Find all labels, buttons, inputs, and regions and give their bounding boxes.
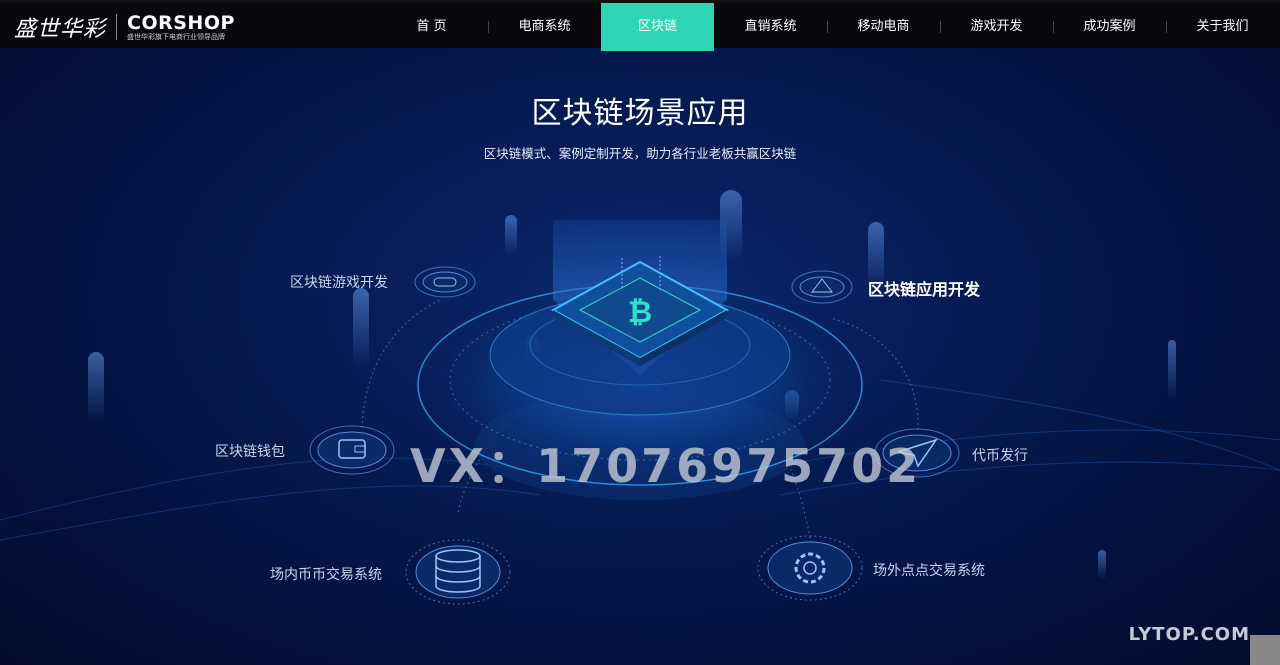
database-icon — [405, 539, 511, 605]
game-controller-icon — [414, 266, 476, 298]
svg-text:₿: ₿ — [628, 295, 652, 330]
item-label-wallet[interactable]: 区块链钱包 — [215, 441, 285, 461]
item-label-game[interactable]: 区块链游戏开发 — [290, 272, 388, 292]
page-subtitle: 区块链模式、案例定制开发，助力各行业老板共赢区块链 — [483, 146, 797, 161]
corner-watermark: LYTOP.COM — [1128, 624, 1250, 645]
item-label-exchange-out[interactable]: 场外点点交易系统 — [873, 560, 985, 580]
item-label-token[interactable]: 代币发行 — [972, 445, 1028, 465]
page-title: 区块链场景应用 — [531, 96, 749, 131]
wallet-icon — [309, 425, 395, 475]
network-icon — [791, 270, 853, 304]
contact-watermark: VX：17076975702 — [410, 439, 922, 493]
item-label-exchange-in[interactable]: 场内币币交易系统 — [270, 564, 382, 584]
item-label-app[interactable]: 区块链应用开发 — [868, 276, 980, 300]
gear-icon — [757, 535, 863, 601]
corner-expand-button[interactable] — [1250, 635, 1280, 665]
